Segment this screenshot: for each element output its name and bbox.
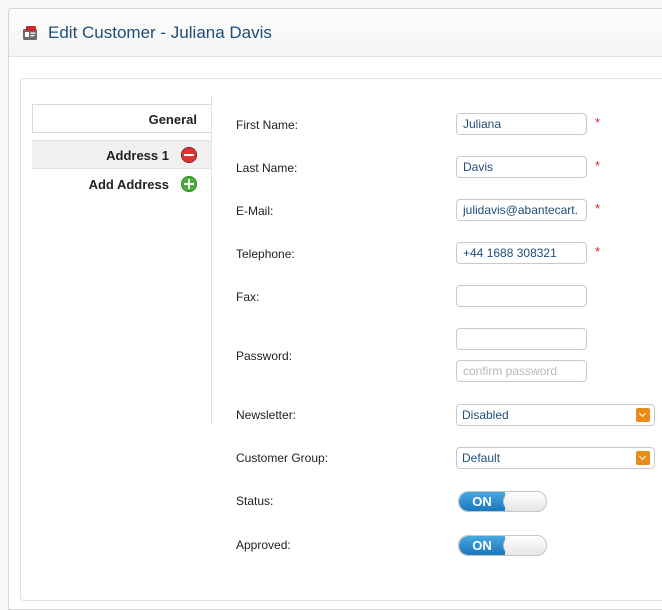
required-marker: * <box>595 115 601 130</box>
confirm-password-field[interactable] <box>456 360 587 382</box>
password-label: Password: <box>236 349 293 363</box>
approved-toggle-knob[interactable] <box>503 536 546 555</box>
last-name-label: Last Name: <box>236 161 298 175</box>
last-name-field[interactable] <box>456 156 587 178</box>
newsletter-selected-value: Disabled <box>462 408 509 422</box>
approved-toggle[interactable]: ON <box>458 535 547 556</box>
approved-toggle-on-label: ON <box>459 536 505 555</box>
chevron-down-icon[interactable] <box>636 408 650 422</box>
first-name-field[interactable] <box>456 113 587 135</box>
required-marker: * <box>595 244 601 259</box>
customer-form-panel: General Address 1 Add Address First Name… <box>20 78 662 601</box>
customer-group-label: Customer Group: <box>236 451 329 465</box>
status-toggle-on-label: ON <box>459 492 505 511</box>
newsletter-select[interactable]: Disabled <box>456 404 655 426</box>
email-field[interactable] <box>456 199 587 221</box>
required-marker: * <box>595 201 601 216</box>
approved-label: Approved: <box>236 538 291 552</box>
tab-address-1[interactable]: Address 1 <box>32 140 211 169</box>
status-toggle[interactable]: ON <box>458 491 547 512</box>
tab-general-label: General <box>148 112 197 127</box>
sidebar-divider <box>211 96 212 424</box>
required-marker: * <box>595 158 601 173</box>
telephone-field[interactable] <box>456 242 587 264</box>
page-title: Edit Customer - Juliana Davis <box>48 23 272 42</box>
edit-customer-window: Edit Customer - Juliana Davis General Ad… <box>8 8 662 610</box>
tab-general[interactable]: General <box>32 104 211 133</box>
customer-group-select[interactable]: Default <box>456 447 655 469</box>
remove-icon[interactable] <box>181 147 197 163</box>
newsletter-label: Newsletter: <box>236 408 297 422</box>
tab-address-1-label: Address 1 <box>106 148 169 163</box>
password-field[interactable] <box>456 328 587 350</box>
add-address-label: Add Address <box>88 177 169 192</box>
customer-group-selected-value: Default <box>462 451 501 465</box>
status-label: Status: <box>236 494 274 508</box>
page-header: Edit Customer - Juliana Davis <box>9 9 662 57</box>
email-label: E-Mail: <box>236 204 274 218</box>
first-name-label: First Name: <box>236 118 299 132</box>
chevron-down-icon[interactable] <box>636 451 650 465</box>
add-address-link[interactable]: Add Address <box>32 170 211 199</box>
customer-card-icon <box>23 26 37 40</box>
status-toggle-knob[interactable] <box>503 492 546 511</box>
add-icon[interactable] <box>181 176 197 192</box>
fax-label: Fax: <box>236 290 260 304</box>
fax-field[interactable] <box>456 285 587 307</box>
telephone-label: Telephone: <box>236 247 295 261</box>
